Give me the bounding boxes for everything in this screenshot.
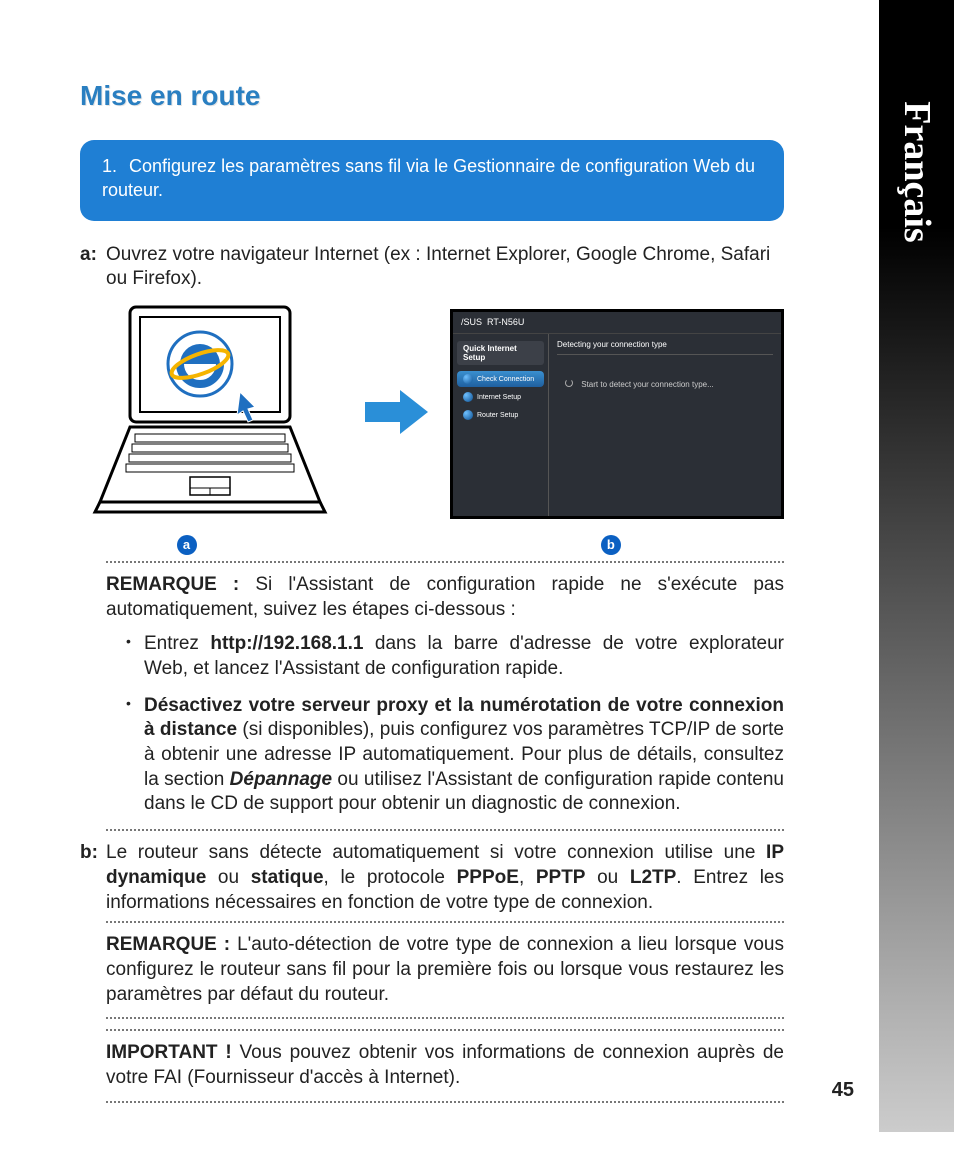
- note-3-label: IMPORTANT !: [106, 1042, 232, 1063]
- page-content: Mise en route 1. Configurez les paramètr…: [0, 0, 879, 1153]
- router-main-status: Start to detect your connection type...: [557, 369, 773, 399]
- step-a-label: a:: [80, 243, 106, 268]
- bullet-1: Entrez http://192.168.1.1 dans la barre …: [126, 632, 784, 681]
- router-main-header: Detecting your connection type: [557, 340, 773, 355]
- figure-label-b: b: [601, 535, 621, 555]
- step-b-label: b:: [80, 841, 106, 866]
- router-model: RT-N56U: [487, 317, 524, 327]
- note-3: IMPORTANT ! Vous pouvez obtenir vos info…: [106, 1041, 784, 1090]
- router-header: /SUS RT-N56U: [453, 312, 781, 334]
- sidebar-item-router-setup: Router Setup: [457, 407, 544, 423]
- figure-labels: a b: [80, 535, 784, 555]
- depannage-ref: Dépannage: [230, 769, 332, 790]
- globe-icon: [463, 410, 473, 420]
- laptop-illustration: [80, 302, 340, 527]
- spinner-icon: [565, 379, 573, 387]
- divider: [106, 1017, 784, 1019]
- sidebar-item-internet-setup: Internet Setup: [457, 389, 544, 405]
- sidebar-item-check-connection: Check Connection: [457, 371, 544, 387]
- router-sidebar: Quick Internet Setup Check Connection In…: [453, 334, 548, 516]
- router-url: http://192.168.1.1: [210, 633, 363, 654]
- note-2: REMARQUE : L'auto-détection de votre typ…: [106, 933, 784, 1007]
- divider: [106, 829, 784, 831]
- router-admin-screenshot: /SUS RT-N56U Quick Internet Setup Check …: [450, 309, 784, 519]
- globe-icon: [463, 392, 473, 402]
- note-2-label: REMARQUE :: [106, 934, 230, 955]
- instruction-text: Configurez les paramètres sans fil via l…: [102, 156, 755, 200]
- language-tab: Français: [879, 0, 954, 1132]
- sidebar-item-label: Internet Setup: [477, 394, 521, 401]
- page-title: Mise en route: [80, 80, 784, 112]
- divider: [106, 1101, 784, 1103]
- bullet-list: Entrez http://192.168.1.1 dans la barre …: [126, 632, 784, 817]
- divider: [106, 1029, 784, 1031]
- figure-row: /SUS RT-N56U Quick Internet Setup Check …: [80, 302, 784, 527]
- sidebar-item-label: Router Setup: [477, 412, 518, 419]
- instruction-number: 1.: [102, 154, 124, 178]
- step-a: a: Ouvrez votre navigateur Internet (ex …: [80, 243, 784, 292]
- note-1-label: REMARQUE :: [106, 574, 239, 595]
- arrow-icon: [360, 387, 430, 442]
- step-a-text: Ouvrez votre navigateur Internet (ex : I…: [106, 243, 784, 292]
- step-b: b: Le routeur sans détecte automatiqueme…: [80, 841, 784, 915]
- step-b-text: Le routeur sans détecte automatiquement …: [106, 841, 784, 915]
- globe-icon: [463, 374, 473, 384]
- sidebar-item-label: Check Connection: [477, 376, 534, 383]
- bullet-2: Désactivez votre serveur proxy et la num…: [126, 694, 784, 817]
- instruction-box: 1. Configurez les paramètres sans fil vi…: [80, 140, 784, 221]
- router-sidebar-title: Quick Internet Setup: [457, 341, 544, 365]
- divider: [106, 921, 784, 923]
- note-1: REMARQUE : Si l'Assistant de configurati…: [106, 573, 784, 622]
- router-brand: /SUS: [461, 317, 482, 327]
- page-number: 45: [832, 1079, 854, 1102]
- figure-label-a: a: [177, 535, 197, 555]
- language-tab-label: Français: [895, 101, 939, 242]
- router-main-panel: Detecting your connection type Start to …: [548, 334, 781, 516]
- divider: [106, 561, 784, 563]
